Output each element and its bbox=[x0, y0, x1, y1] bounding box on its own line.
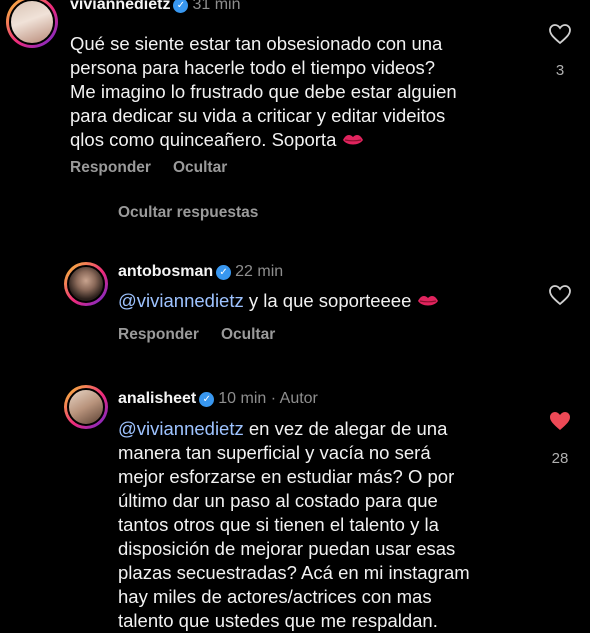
username[interactable]: antobosman bbox=[118, 263, 213, 280]
avatar[interactable] bbox=[6, 0, 58, 48]
username[interactable]: viviannedietz bbox=[70, 0, 170, 13]
author-badge: · Autor bbox=[270, 390, 318, 407]
avatar[interactable] bbox=[64, 385, 108, 429]
verified-badge-icon: ✓ bbox=[173, 0, 189, 13]
kiss-mark-icon bbox=[418, 296, 439, 306]
kiss-mark-icon bbox=[343, 135, 364, 145]
comment-text: Qué se siente estar tan obsesionado con … bbox=[70, 33, 457, 150]
reply-button[interactable]: Responder bbox=[70, 159, 151, 176]
heart-filled-icon[interactable] bbox=[548, 409, 572, 433]
comment-meta: antobosman ✓ 22 min bbox=[118, 263, 283, 281]
username[interactable]: analisheet bbox=[118, 390, 196, 407]
comment-meta: viviannedietz ✓ 31 min bbox=[70, 0, 241, 14]
comment-text: @viviannedietz y la que soporteeee bbox=[118, 289, 439, 313]
hide-button[interactable]: Ocultar bbox=[173, 159, 227, 176]
mention-link[interactable]: @viviannedietz bbox=[118, 290, 244, 311]
comment-meta: analisheet ✓ 10 min · Autor bbox=[118, 390, 318, 408]
timestamp: 10 min bbox=[218, 390, 267, 407]
mention-link[interactable]: @viviannedietz bbox=[118, 418, 244, 439]
timestamp: 31 min bbox=[192, 0, 241, 13]
like-count: 3 bbox=[555, 62, 565, 79]
hide-replies-button[interactable]: Ocultar respuestas bbox=[118, 204, 258, 222]
comment-actions: Responder Ocultar bbox=[118, 326, 275, 344]
reply-button[interactable]: Responder bbox=[118, 326, 199, 343]
verified-badge-icon: ✓ bbox=[216, 265, 232, 280]
heart-icon[interactable] bbox=[548, 283, 572, 307]
comment-actions: Responder Ocultar bbox=[70, 159, 227, 177]
verified-badge-icon: ✓ bbox=[199, 392, 215, 407]
hide-button[interactable]: Ocultar bbox=[221, 326, 275, 343]
comment-text: @viviannedietz en vez de alegar de una m… bbox=[118, 418, 470, 631]
heart-icon[interactable] bbox=[548, 22, 572, 46]
like-count: 28 bbox=[551, 450, 569, 467]
timestamp: 22 min bbox=[235, 263, 284, 280]
avatar[interactable] bbox=[64, 262, 108, 306]
